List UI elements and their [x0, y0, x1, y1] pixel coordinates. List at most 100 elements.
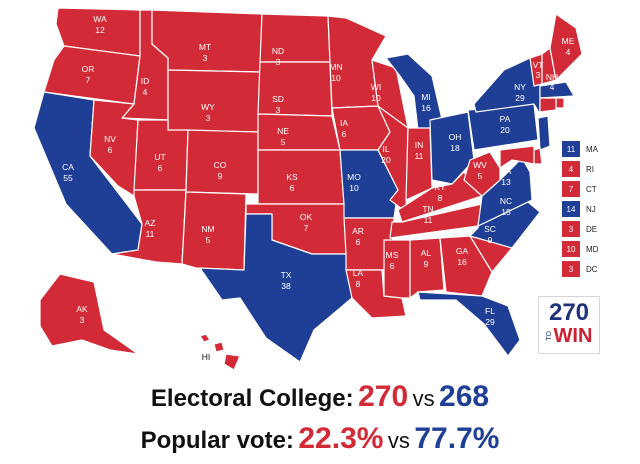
state-label-KS: KS	[286, 172, 298, 182]
legend-ev-box: 7	[562, 181, 580, 197]
legend-state-name: NJ	[586, 204, 596, 214]
state-label-NV: NV	[104, 134, 116, 144]
state-ev-ME: 4	[566, 47, 571, 57]
state-ev-KY: 8	[438, 193, 443, 203]
state-label-MI: MI	[421, 92, 430, 102]
state-MS	[383, 239, 411, 299]
state-label-NY: NY	[514, 82, 526, 92]
state-ev-WV: 5	[478, 171, 483, 181]
state-label-PA: PA	[500, 114, 511, 124]
state-ev-ND: 3	[276, 57, 281, 67]
legend-state-name: CT	[586, 184, 597, 194]
state-ev-IL: 20	[381, 155, 391, 165]
state-ev-SD: 3	[276, 105, 281, 115]
state-ev-GA: 16	[457, 257, 467, 267]
state-label-ND: ND	[272, 46, 284, 56]
state-ev-OR: 7	[86, 75, 91, 85]
popular-red-share: 22.3%	[298, 422, 384, 455]
legend-ev-box: 4	[562, 161, 580, 177]
popular-vs: vs	[387, 428, 410, 453]
state-label-SD: SD	[272, 94, 284, 104]
state-NE	[257, 113, 341, 151]
legend-row: 4 RI	[562, 160, 622, 178]
electoral-red-total: 270	[358, 380, 409, 413]
state-ev-SC: 9	[488, 235, 493, 245]
state-label-OR: OR	[82, 64, 95, 74]
state-ev-VT: 3	[536, 70, 541, 80]
logo-bottom: TO WIN	[539, 325, 599, 347]
state-ND	[259, 13, 331, 63]
state-ev-AL: 9	[424, 259, 429, 269]
popular-blue-share: 77.7%	[414, 422, 500, 455]
legend-row: 3 DC	[562, 260, 622, 278]
state-label-WY: WY	[201, 102, 215, 112]
state-SD	[257, 61, 333, 117]
state-label-VT: VT	[533, 60, 544, 70]
state-label-SC: SC	[484, 224, 496, 234]
state-ev-OH: 18	[450, 143, 460, 153]
electoral-blue-total: 268	[439, 380, 490, 413]
state-ev-KS: 6	[290, 183, 295, 193]
state-ev-AK: 3	[80, 315, 85, 325]
state-label-LA: LA	[353, 268, 364, 278]
legend-state-name: MD	[586, 244, 599, 254]
state-ev-MN: 10	[331, 73, 341, 83]
legend-row: 14 NJ	[562, 200, 622, 218]
state-ev-CA: 55	[63, 173, 73, 183]
270-to-win-logo: 270 TO WIN	[538, 296, 600, 354]
states-layer	[33, 7, 583, 371]
popular-vote-label: Popular vote:	[140, 427, 294, 454]
state-label-NM: NM	[201, 224, 214, 234]
state-label-GA: GA	[456, 246, 469, 256]
state-ev-AR: 6	[356, 237, 361, 247]
state-ev-NH: 4	[550, 82, 555, 92]
state-WY	[167, 69, 261, 133]
state-label-OK: OK	[300, 212, 313, 222]
electoral-vs: vs	[412, 386, 435, 411]
legend-row: 3 DE	[562, 220, 622, 238]
state-ev-WI: 10	[371, 93, 381, 103]
state-label-IL: IL	[382, 144, 389, 154]
state-label-TN: TN	[422, 204, 433, 214]
state-ev-NV: 6	[108, 145, 113, 155]
state-ev-NY: 29	[515, 93, 525, 103]
state-ev-NM: 5	[206, 235, 211, 245]
state-label-HI: HI	[202, 352, 211, 362]
state-ev-FL: 29	[485, 317, 495, 327]
state-AK	[39, 273, 139, 355]
state-label-MO: MO	[347, 172, 361, 182]
state-label-FL: FL	[485, 306, 495, 316]
state-label-MT: MT	[199, 42, 211, 52]
state-MA	[539, 81, 575, 99]
state-RI	[555, 97, 565, 109]
state-label-WA: WA	[93, 14, 107, 24]
state-label-IN: IN	[415, 140, 424, 150]
small-states-legend: 11 MA 4 RI 7 CT 14 NJ 3 DE 10 MD 3 DC	[562, 140, 622, 280]
state-label-AR: AR	[352, 226, 364, 236]
state-label-MN: MN	[329, 62, 342, 72]
legend-state-name: RI	[586, 164, 594, 174]
state-label-OH: OH	[449, 132, 462, 142]
state-ev-PA: 20	[500, 125, 510, 135]
legend-ev-box: 10	[562, 241, 580, 257]
state-label-KY: KY	[434, 182, 446, 192]
legend-state-name: MA	[586, 144, 598, 154]
state-label-CA: CA	[62, 162, 74, 172]
state-ev-MS: 6	[390, 261, 395, 271]
state-ev-TX: 38	[281, 281, 291, 291]
state-label-ME: ME	[562, 36, 575, 46]
legend-ev-box: 11	[562, 141, 580, 157]
state-ev-MT: 3	[203, 53, 208, 63]
legend-state-name: DC	[586, 264, 598, 274]
state-label-CO: CO	[214, 160, 227, 170]
state-label-AZ: AZ	[145, 218, 156, 228]
state-CT	[539, 97, 557, 113]
state-DE	[533, 147, 543, 165]
state-label-ID: ID	[141, 76, 150, 86]
state-NJ	[537, 115, 551, 151]
state-ev-WY: 3	[206, 113, 211, 123]
state-ev-WA: 12	[95, 25, 105, 35]
electoral-college-label: Electoral College:	[150, 385, 354, 412]
legend-ev-box: 3	[562, 261, 580, 277]
state-label-TX: TX	[281, 270, 292, 280]
